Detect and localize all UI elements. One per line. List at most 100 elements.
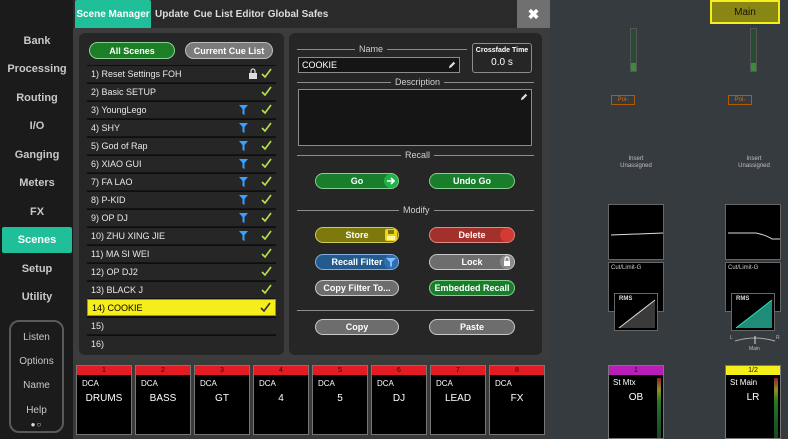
check-icon[interactable] <box>261 122 272 133</box>
scene-row[interactable]: 5) God of Rap <box>87 137 276 154</box>
copy-button[interactable]: Copy <box>315 319 399 335</box>
paste-button[interactable]: Paste <box>429 319 515 335</box>
scene-row[interactable]: 13) BLACK J <box>87 281 276 298</box>
options-button[interactable]: Options <box>11 356 62 367</box>
nav-bank[interactable]: Bank <box>2 28 72 54</box>
pan-control[interactable] <box>734 335 776 345</box>
check-icon[interactable] <box>261 230 272 241</box>
filter-icon <box>384 255 398 269</box>
scene-name-field[interactable]: COOKIE <box>298 57 460 73</box>
dca-strip[interactable]: 6 DCA DJ <box>371 365 427 435</box>
scene-row[interactable]: 8) P-KID <box>87 191 276 208</box>
scene-row[interactable]: 1) Reset Settings FOH <box>87 65 276 82</box>
scene-row[interactable]: 12) OP DJ2 <box>87 263 276 280</box>
polarity-button[interactable]: Pol- <box>611 95 635 105</box>
store-button[interactable]: Store <box>315 227 399 243</box>
check-icon[interactable] <box>261 266 272 277</box>
bus-strip-st-main[interactable]: 1/2 St Main LR <box>725 365 781 439</box>
page-indicator[interactable]: ●○ <box>11 420 62 429</box>
scene-row[interactable]: 14) COOKIE <box>87 299 276 316</box>
nav-scenes[interactable]: Scenes <box>2 227 72 253</box>
eq-graph[interactable] <box>725 204 781 260</box>
mixer-area: Main Pol- Insert Unassigned Cut/Limit-G R… <box>550 0 788 439</box>
dynamics-graph[interactable]: RMS <box>614 293 658 331</box>
name-button[interactable]: Name <box>11 380 62 391</box>
rms-label: RMS <box>619 296 633 302</box>
check-icon[interactable] <box>261 86 272 97</box>
scene-row[interactable]: 10) ZHU XING JIE <box>87 227 276 244</box>
check-icon[interactable] <box>261 248 272 259</box>
tab-scene-manager[interactable]: Scene Manager <box>75 0 151 28</box>
check-icon[interactable] <box>261 104 272 115</box>
dca-number: 1 <box>77 366 131 375</box>
check-icon[interactable] <box>261 284 272 295</box>
nav-fx[interactable]: FX <box>2 199 72 225</box>
crossfade-time-control[interactable]: Crossfade Time 0.0 s <box>472 43 532 73</box>
current-cue-list-button[interactable]: Current Cue List <box>185 42 273 59</box>
scene-row[interactable]: 16) <box>87 335 276 350</box>
dca-type: DCA <box>377 379 394 388</box>
insert-label[interactable]: Insert Unassigned <box>724 156 784 170</box>
check-icon[interactable] <box>260 302 271 313</box>
insert-label[interactable]: Insert Unassigned <box>606 156 666 170</box>
check-icon[interactable] <box>261 158 272 169</box>
eq-graph[interactable] <box>608 204 664 260</box>
scene-row[interactable]: 9) OP DJ <box>87 209 276 226</box>
polarity-button[interactable]: Pol- <box>728 95 752 105</box>
check-icon[interactable] <box>261 176 272 187</box>
scene-label: 4) SHY <box>91 123 121 133</box>
scene-label: 2) Basic SETUP <box>91 87 157 97</box>
check-icon[interactable] <box>261 212 272 223</box>
lock-button[interactable]: Lock <box>429 254 515 270</box>
tab-update[interactable]: Update <box>152 0 192 28</box>
dca-number: 5 <box>313 366 367 375</box>
bus-name: OB <box>628 392 644 403</box>
check-icon[interactable] <box>261 140 272 151</box>
all-scenes-button[interactable]: All Scenes <box>89 42 175 59</box>
go-button[interactable]: Go <box>315 173 399 189</box>
dca-strip[interactable]: 7 DCA LEAD <box>430 365 486 435</box>
tab-cue-list-editor[interactable]: Cue List Editor <box>193 0 265 28</box>
close-icon[interactable]: ✖ <box>517 0 550 28</box>
scene-row[interactable]: 4) SHY <box>87 119 276 136</box>
help-button[interactable]: Help <box>11 405 62 416</box>
dca-strip[interactable]: 4 DCA 4 <box>253 365 309 435</box>
listen-button[interactable]: Listen <box>11 332 62 343</box>
scene-label: 9) OP DJ <box>91 213 128 223</box>
check-icon[interactable] <box>261 194 272 205</box>
tab-global-safes[interactable]: Global Safes <box>266 0 330 28</box>
bus-strip-st-mtx[interactable]: 1 St Mtx OB <box>608 365 664 439</box>
scene-row[interactable]: 11) MA SI WEI <box>87 245 276 262</box>
nav-processing[interactable]: Processing <box>2 56 72 82</box>
dynamics-graph[interactable]: RMS <box>731 293 775 331</box>
dca-strip[interactable]: 2 DCA BASS <box>135 365 191 435</box>
pencil-icon <box>520 93 528 101</box>
scene-row[interactable]: 3) YoungLego <box>87 101 276 118</box>
recall-filter-button[interactable]: Recall Filter <box>315 254 399 270</box>
nav-routing[interactable]: Routing <box>2 85 72 111</box>
embedded-recall-button[interactable]: Embedded Recall <box>429 280 515 296</box>
dca-strip[interactable]: 8 DCA FX <box>489 365 545 435</box>
nav-utility[interactable]: Utility <box>2 284 72 310</box>
main-button[interactable]: Main <box>710 0 780 24</box>
copy-filter-to-button[interactable]: Copy Filter To... <box>315 280 399 296</box>
description-field[interactable] <box>298 89 532 146</box>
scene-row[interactable]: 15) <box>87 317 276 334</box>
dca-strip[interactable]: 3 DCA GT <box>194 365 250 435</box>
dca-strip[interactable]: 1 DCA DRUMS <box>76 365 132 435</box>
filter-icon <box>239 213 248 223</box>
scene-list[interactable]: 1) Reset Settings FOH 2) Basic SETUP 3) Yo… <box>87 65 276 350</box>
scene-row[interactable]: 6) XIAO GUI <box>87 155 276 172</box>
undo-go-button[interactable]: Undo Go <box>429 173 515 189</box>
scene-row[interactable]: 2) Basic SETUP <box>87 83 276 100</box>
nav-setup[interactable]: Setup <box>2 256 72 282</box>
scene-row[interactable]: 7) FA LAO <box>87 173 276 190</box>
nav-meters[interactable]: Meters <box>2 170 72 196</box>
nav-io[interactable]: I/O <box>2 113 72 139</box>
go-arrow-icon <box>384 174 398 188</box>
delete-button[interactable]: Delete <box>429 227 515 243</box>
eq-curve <box>728 232 780 240</box>
nav-ganging[interactable]: Ganging <box>2 142 72 168</box>
check-icon[interactable] <box>261 68 272 79</box>
dca-strip[interactable]: 5 DCA 5 <box>312 365 368 435</box>
